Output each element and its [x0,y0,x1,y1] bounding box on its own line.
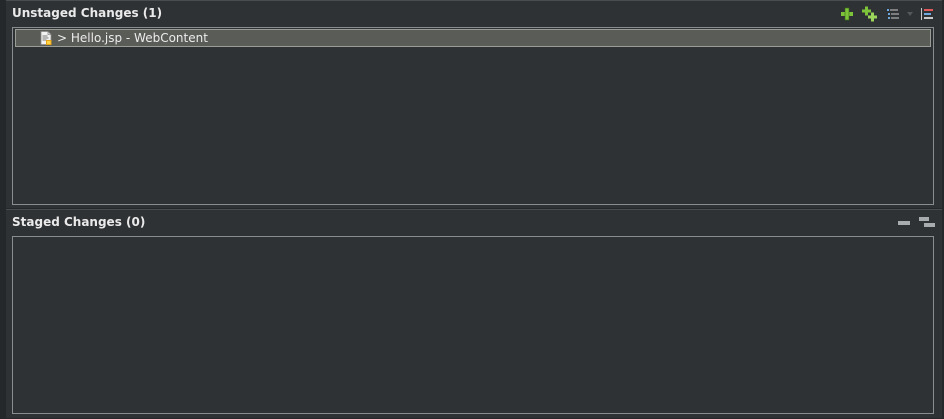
unstaged-header: Unstaged Changes (1) [6,1,942,26]
unstaged-toolbar [838,5,936,23]
list-item-label: > Hello.jsp - WebContent [57,31,208,45]
staged-title: Staged Changes (0) [12,215,146,229]
staged-toolbar [895,214,936,232]
add-all-icon[interactable] [861,5,879,23]
list-item[interactable]: > Hello.jsp - WebContent [15,29,931,47]
staged-file-tree[interactable] [12,236,934,414]
list-presentation-icon[interactable] [884,5,902,23]
staged-header: Staged Changes (0) [6,210,942,235]
remove-icon[interactable] [895,214,913,232]
unstaged-changes-section: Unstaged Changes (1) > Hello.jsp - WebCo… [6,0,942,208]
staged-changes-section: Staged Changes (0) [6,209,942,418]
view-menu-icon[interactable] [907,5,913,23]
unstaged-file-tree[interactable]: > Hello.jsp - WebContent [12,27,934,205]
sort-icon[interactable] [918,5,936,23]
jsp-file-icon [40,31,52,45]
unstaged-title: Unstaged Changes (1) [12,6,163,20]
add-icon[interactable] [838,5,856,23]
remove-all-icon[interactable] [918,214,936,232]
